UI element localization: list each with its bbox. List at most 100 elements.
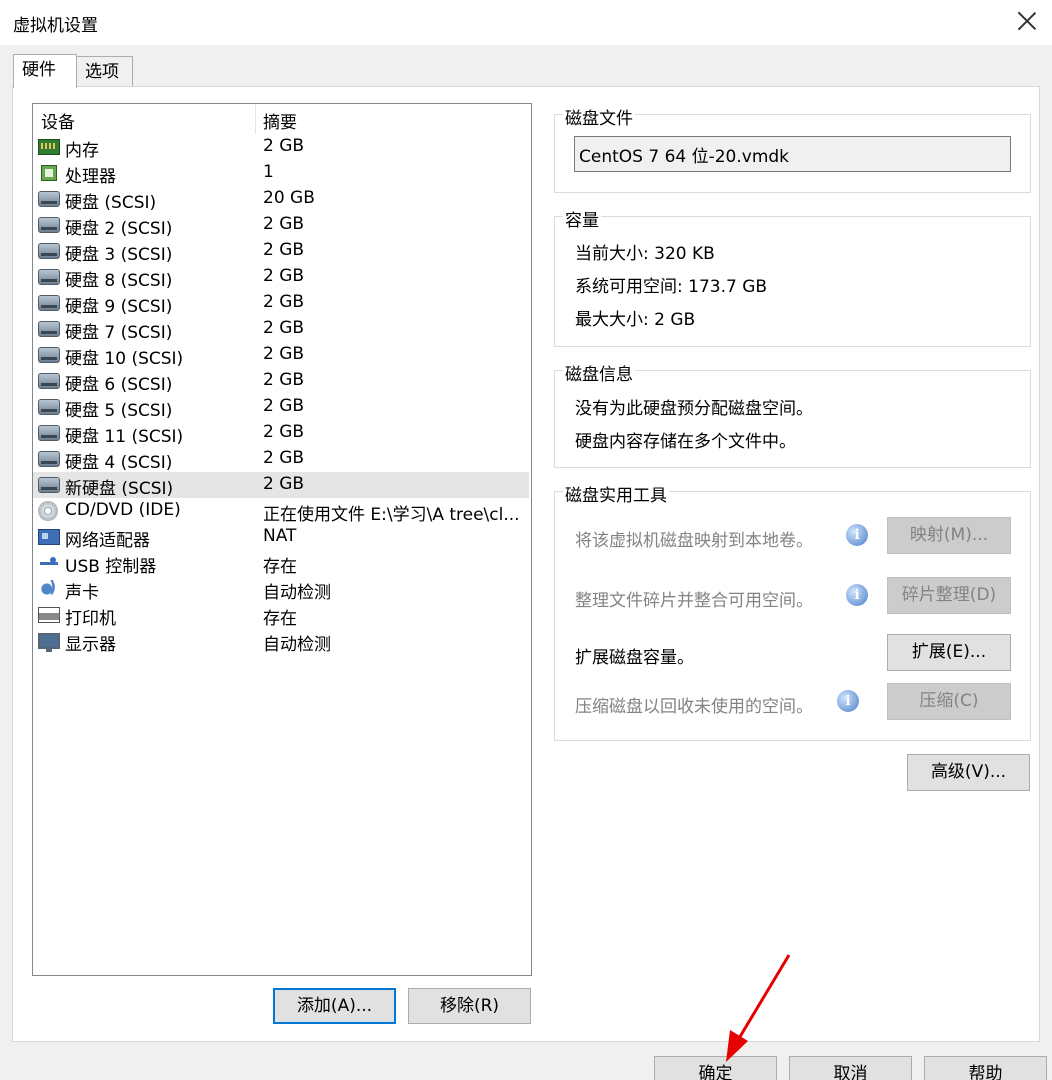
- capacity-label: 容量: [563, 206, 601, 231]
- device-row[interactable]: 硬盘 8 (SCSI) 2 GB: [33, 264, 529, 291]
- device-summary: 自动检测: [263, 583, 331, 603]
- column-header-device[interactable]: 设备: [41, 108, 75, 133]
- device-name: 硬盘 (SCSI): [65, 193, 157, 213]
- device-summary: 2 GB: [263, 344, 305, 364]
- display-icon: [38, 633, 60, 652]
- device-name: 硬盘 4 (SCSI): [65, 453, 173, 473]
- compact-button[interactable]: 压缩(C): [887, 683, 1011, 720]
- device-summary: 2 GB: [263, 214, 305, 234]
- device-name: 硬盘 10 (SCSI): [65, 349, 184, 369]
- disk-utilities-label: 磁盘实用工具: [563, 481, 669, 506]
- network-adapter-icon: [38, 529, 60, 545]
- hard-disk-icon: [38, 243, 60, 259]
- device-name: 硬盘 5 (SCSI): [65, 401, 173, 421]
- device-name: 硬盘 2 (SCSI): [65, 219, 173, 239]
- device-summary: 自动检测: [263, 635, 331, 655]
- device-summary: 2 GB: [263, 136, 305, 156]
- disk-file-label: 磁盘文件: [563, 104, 635, 129]
- device-summary: 存在: [263, 609, 297, 629]
- device-list[interactable]: 设备 摘要 内存 2 GB 处理器 1 硬盘 (SCSI) 20 GB 硬盘 2 (SCSI…: [32, 103, 532, 976]
- hard-disk-icon: [38, 217, 60, 233]
- device-row[interactable]: CD/DVD (IDE) 正在使用文件 E:\学习\A tree\cl...: [33, 498, 529, 525]
- device-name: 硬盘 8 (SCSI): [65, 271, 173, 291]
- expand-description: 扩展磁盘容量。: [575, 648, 694, 668]
- sound-card-icon: [38, 577, 60, 597]
- device-row[interactable]: 硬盘 10 (SCSI) 2 GB: [33, 342, 529, 369]
- device-row[interactable]: 内存 2 GB: [33, 134, 529, 161]
- printer-icon: [38, 607, 60, 623]
- device-name: 硬盘 9 (SCSI): [65, 297, 173, 317]
- device-row[interactable]: 处理器 1: [33, 160, 529, 187]
- device-summary: 20 GB: [263, 188, 315, 208]
- hard-disk-icon: [38, 425, 60, 441]
- device-row[interactable]: 硬盘 5 (SCSI) 2 GB: [33, 394, 529, 421]
- device-row[interactable]: 硬盘 2 (SCSI) 2 GB: [33, 212, 529, 239]
- disk-info-line-1: 没有为此硬盘预分配磁盘空间。: [575, 399, 813, 419]
- device-row[interactable]: 硬盘 3 (SCSI) 2 GB: [33, 238, 529, 265]
- device-name: 硬盘 3 (SCSI): [65, 245, 173, 265]
- tab-options[interactable]: 选项: [76, 56, 133, 86]
- info-icon[interactable]: i: [837, 690, 859, 712]
- device-row[interactable]: USB 控制器 存在: [33, 550, 529, 577]
- device-summary: 2 GB: [263, 240, 305, 260]
- device-summary: 2 GB: [263, 474, 305, 494]
- device-row[interactable]: 硬盘 11 (SCSI) 2 GB: [33, 420, 529, 447]
- map-button[interactable]: 映射(M)...: [887, 517, 1011, 554]
- device-row[interactable]: 硬盘 9 (SCSI) 2 GB: [33, 290, 529, 317]
- device-name: CD/DVD (IDE): [65, 500, 181, 520]
- title-bar: 虚拟机设置: [0, 0, 1052, 45]
- map-description: 将该虚拟机磁盘映射到本地卷。: [575, 531, 813, 551]
- device-row[interactable]: 显示器 自动检测: [33, 628, 529, 655]
- device-name: 硬盘 7 (SCSI): [65, 323, 173, 343]
- device-name: 声卡: [65, 583, 99, 603]
- capacity-group: 容量 当前大小: 320 KB 系统可用空间: 173.7 GB 最大大小: 2…: [554, 206, 1031, 347]
- hard-disk-icon: [38, 399, 60, 415]
- device-name: 硬盘 11 (SCSI): [65, 427, 184, 447]
- add-device-button[interactable]: 添加(A)...: [273, 988, 396, 1024]
- hard-disk-icon: [38, 347, 60, 363]
- device-row[interactable]: 硬盘 4 (SCSI) 2 GB: [33, 446, 529, 473]
- expand-button[interactable]: 扩展(E)...: [887, 634, 1011, 671]
- device-summary: 2 GB: [263, 292, 305, 312]
- ok-button[interactable]: 确定: [654, 1056, 777, 1080]
- close-icon[interactable]: [1016, 10, 1038, 32]
- hard-disk-icon: [38, 451, 60, 467]
- device-row[interactable]: 打印机 存在: [33, 602, 529, 629]
- device-row[interactable]: 新硬盘 (SCSI) 2 GB: [33, 472, 529, 499]
- cancel-button[interactable]: 取消: [789, 1056, 912, 1080]
- hard-disk-icon: [38, 321, 60, 337]
- device-summary: 2 GB: [263, 396, 305, 416]
- hard-disk-icon: [38, 269, 60, 285]
- device-summary: 2 GB: [263, 422, 305, 442]
- compact-description: 压缩磁盘以回收未使用的空间。: [575, 697, 813, 717]
- tab-hardware[interactable]: 硬件: [13, 54, 77, 88]
- device-row[interactable]: 声卡 自动检测: [33, 576, 529, 603]
- hard-disk-icon: [38, 373, 60, 389]
- device-summary: 2 GB: [263, 370, 305, 390]
- device-summary: 2 GB: [263, 318, 305, 338]
- disk-file-field[interactable]: CentOS 7 64 位-20.vmdk: [574, 136, 1011, 172]
- column-separator[interactable]: [255, 104, 256, 134]
- device-summary: 2 GB: [263, 448, 305, 468]
- device-row[interactable]: 硬盘 7 (SCSI) 2 GB: [33, 316, 529, 343]
- device-summary: 1: [263, 162, 274, 182]
- max-size-text: 最大大小: 2 GB: [575, 310, 696, 330]
- device-name: 打印机: [65, 609, 116, 629]
- device-name: 内存: [65, 141, 99, 161]
- disk-info-line-2: 硬盘内容存储在多个文件中。: [575, 432, 796, 452]
- disk-file-group: 磁盘文件 CentOS 7 64 位-20.vmdk: [554, 104, 1031, 193]
- column-header-summary[interactable]: 摘要: [263, 108, 297, 133]
- device-row[interactable]: 网络适配器 NAT: [33, 524, 529, 551]
- help-button[interactable]: 帮助: [924, 1056, 1047, 1080]
- device-row[interactable]: 硬盘 (SCSI) 20 GB: [33, 186, 529, 213]
- advanced-button[interactable]: 高级(V)...: [907, 754, 1030, 791]
- device-row[interactable]: 硬盘 6 (SCSI) 2 GB: [33, 368, 529, 395]
- info-icon[interactable]: i: [846, 584, 868, 606]
- available-space-text: 系统可用空间: 173.7 GB: [575, 277, 768, 297]
- defrag-button[interactable]: 碎片整理(D): [887, 577, 1011, 614]
- device-name: 新硬盘 (SCSI): [65, 479, 174, 499]
- device-name: 显示器: [65, 635, 116, 655]
- info-icon[interactable]: i: [846, 524, 868, 546]
- device-summary: 2 GB: [263, 266, 305, 286]
- remove-device-button[interactable]: 移除(R): [408, 988, 531, 1024]
